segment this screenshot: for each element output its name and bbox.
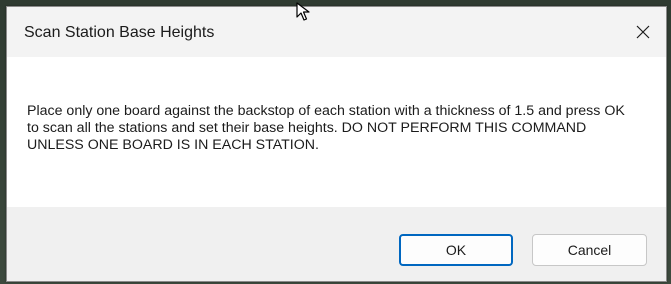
close-button[interactable]: [620, 7, 666, 57]
cancel-button[interactable]: Cancel: [532, 234, 647, 266]
dialog-title: Scan Station Base Heights: [24, 24, 215, 41]
mouse-pointer-icon: [296, 2, 310, 21]
dialog-body: Place only one board against the backsto…: [7, 57, 666, 209]
dialog-footer: OK Cancel: [7, 207, 666, 281]
message-dialog: Scan Station Base Heights Place only one…: [6, 2, 667, 282]
ok-button[interactable]: OK: [399, 234, 513, 266]
dialog-titlebar[interactable]: Scan Station Base Heights: [7, 2, 666, 57]
dialog-message: Place only one board against the backsto…: [27, 103, 625, 153]
close-icon: [636, 25, 650, 39]
